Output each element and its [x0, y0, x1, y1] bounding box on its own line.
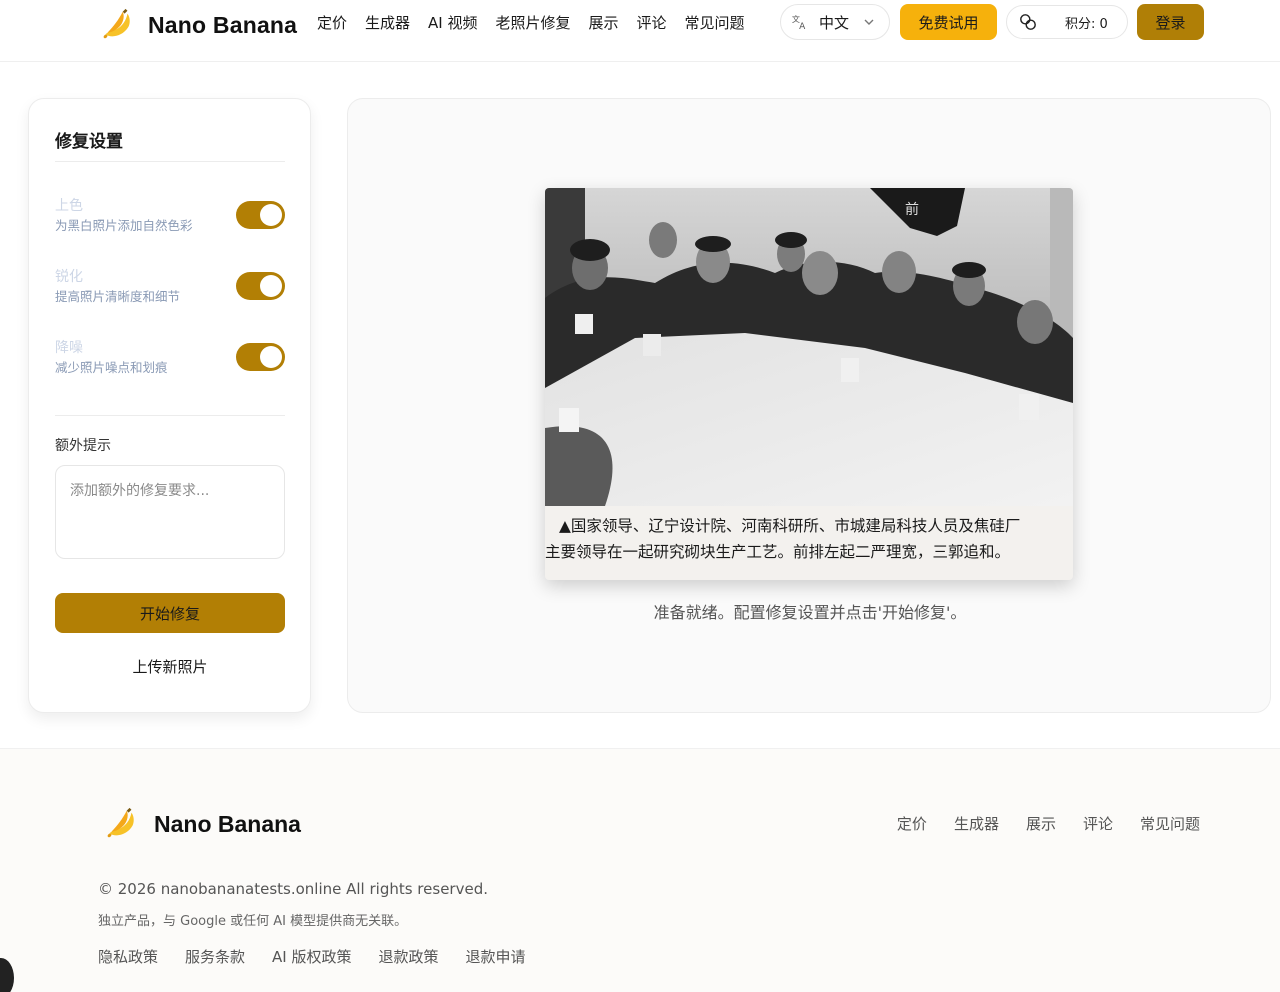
- footer-nav: 定价 生成器 展示 评论 常见问题: [870, 813, 1200, 834]
- denoise-toggle[interactable]: [236, 343, 285, 371]
- toggle-knob: [260, 275, 282, 297]
- nav-reviews[interactable]: 评论: [637, 12, 667, 33]
- photo-caption: ▲国家领导、辽宁设计院、河南科研所、市城建局科技人员及焦硅厂 主要领导在一起研究…: [545, 513, 1073, 565]
- footer-nav-pricing[interactable]: 定价: [897, 813, 927, 834]
- translate-icon: 文 A: [792, 14, 806, 31]
- nav-photo-restore[interactable]: 老照片修复: [496, 12, 571, 33]
- option-sharpen: 锐化 提高照片清晰度和细节: [55, 266, 285, 310]
- nav-pricing[interactable]: 定价: [317, 12, 347, 33]
- nav-generator[interactable]: 生成器: [365, 12, 410, 33]
- main-nav: 定价 生成器 AI 视频 老照片修复 展示 评论 常见问题: [317, 12, 763, 33]
- credits-label: 积分: 0: [1065, 16, 1108, 32]
- privacy-policy-link[interactable]: 隐私政策: [98, 946, 158, 967]
- chevron-down-icon: [864, 19, 874, 25]
- option-title: 降噪: [55, 340, 83, 356]
- sharpen-toggle[interactable]: [236, 272, 285, 300]
- banana-logo-icon: [103, 8, 130, 39]
- footer-brand[interactable]: Nano Banana: [102, 805, 301, 843]
- svg-text:前: 前: [905, 201, 919, 218]
- upload-new-photo-button[interactable]: 上传新照片: [55, 655, 285, 677]
- extra-prompt-label: 额外提示: [55, 438, 111, 454]
- copyright-text: © 2026 nanobananatests.online All rights…: [98, 880, 488, 898]
- option-denoise: 降噪 减少照片噪点和划痕: [55, 337, 285, 381]
- header: Nano Banana 定价 生成器 AI 视频 老照片修复 展示 评论 常见问…: [0, 0, 1280, 62]
- nav-ai-video[interactable]: AI 视频: [428, 12, 477, 33]
- brand-name: Nano Banana: [148, 11, 298, 38]
- footer-nav-reviews[interactable]: 评论: [1083, 813, 1113, 834]
- svg-text:A: A: [799, 22, 806, 31]
- colorize-toggle[interactable]: [236, 201, 285, 229]
- brand-logo[interactable]: Nano Banana: [98, 6, 297, 44]
- option-desc: 减少照片噪点和划痕: [55, 360, 168, 375]
- option-desc: 提高照片清晰度和细节: [55, 289, 181, 304]
- option-title: 锐化: [55, 269, 83, 285]
- footer-legal-links: 隐私政策 服务条款 AI 版权政策 退款政策 退款申请: [98, 946, 553, 967]
- terms-link[interactable]: 服务条款: [185, 946, 245, 967]
- coins-icon: [1020, 14, 1036, 30]
- credits-badge[interactable]: 积分: 0: [1006, 5, 1128, 39]
- language-selector[interactable]: 文 A 中文: [780, 4, 890, 40]
- caption-line-1: ▲国家领导、辽宁设计院、河南科研所、市城建局科技人员及焦硅厂: [559, 517, 1021, 535]
- photo-image: 前: [545, 188, 1073, 506]
- extra-prompt-input[interactable]: [55, 465, 285, 559]
- ai-copyright-link[interactable]: AI 版权政策: [272, 946, 351, 967]
- footer: Nano Banana 定价 生成器 展示 评论 常见问题 © 2026 nan…: [0, 748, 1280, 992]
- caption-line-2: 主要领导在一起研究砌块生产工艺。前排左起二严理宽，三郭追和。: [545, 543, 1011, 561]
- restore-settings-panel: 修复设置 上色 为黑白照片添加自然色彩 锐化 提高照片清晰度和细节 降噪 减少照…: [28, 98, 311, 713]
- option-desc: 为黑白照片添加自然色彩: [55, 218, 193, 233]
- toggle-knob: [260, 204, 282, 226]
- settings-title: 修复设置: [55, 132, 123, 152]
- refund-policy-link[interactable]: 退款政策: [379, 946, 439, 967]
- divider: [55, 161, 285, 162]
- footer-brand-name: Nano Banana: [154, 810, 301, 837]
- divider: [55, 415, 285, 416]
- preview-panel: 前 ▲国家领导、辽宁设计院、河南科研所、市城建局科技人员及焦硅厂 主要领导在一起…: [347, 98, 1271, 713]
- banana-logo-icon: [107, 807, 134, 838]
- option-colorize: 上色 为黑白照片添加自然色彩: [55, 195, 285, 239]
- toggle-knob: [260, 346, 282, 368]
- refund-request-link[interactable]: 退款申请: [466, 946, 526, 967]
- nav-faq[interactable]: 常见问题: [685, 12, 745, 33]
- option-title: 上色: [55, 198, 83, 214]
- footer-nav-faq[interactable]: 常见问题: [1140, 813, 1200, 834]
- uploaded-photo: 前 ▲国家领导、辽宁设计院、河南科研所、市城建局科技人员及焦硅厂 主要领导在一起…: [545, 188, 1073, 580]
- status-message: 准备就绪。配置修复设置并点击'开始修复'。: [653, 603, 967, 622]
- nav-showcase[interactable]: 展示: [589, 12, 619, 33]
- footer-nav-showcase[interactable]: 展示: [1026, 813, 1056, 834]
- disclaimer-text: 独立产品，与 Google 或任何 AI 模型提供商无关联。: [98, 914, 408, 929]
- start-restore-button[interactable]: 开始修复: [55, 593, 285, 633]
- free-trial-button[interactable]: 免费试用: [900, 4, 997, 40]
- footer-nav-generator[interactable]: 生成器: [954, 813, 999, 834]
- language-label: 中文: [819, 13, 850, 32]
- login-button[interactable]: 登录: [1137, 4, 1204, 40]
